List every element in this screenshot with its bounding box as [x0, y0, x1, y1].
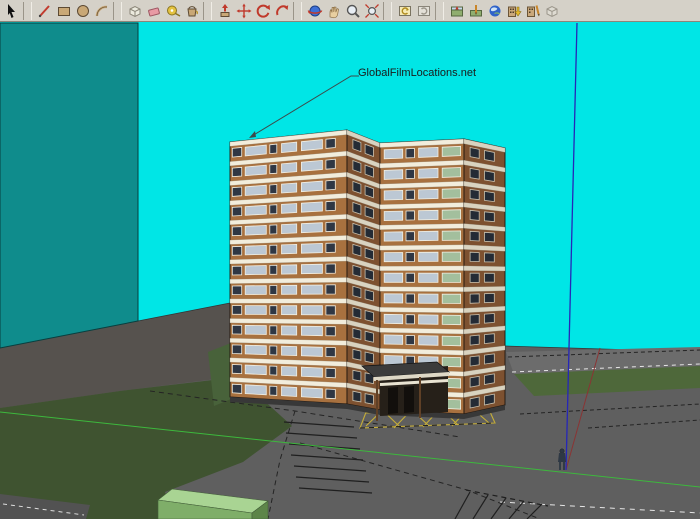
tool-line[interactable] [35, 1, 54, 21]
toggle-terrain-icon [469, 4, 482, 16]
previous-view-icon [398, 5, 411, 16]
make-component-icon [129, 5, 140, 17]
toolbar-separator [23, 1, 32, 20]
tool-share-model[interactable] [523, 1, 542, 21]
eraser-icon [147, 7, 160, 16]
scene-svg [0, 22, 700, 519]
get-current-view-icon [450, 5, 463, 16]
paint-bucket-icon [186, 5, 198, 16]
zoom-icon [346, 4, 360, 18]
toolbar [0, 0, 700, 22]
circle-icon [76, 4, 89, 17]
share-model-icon [526, 4, 540, 17]
tool-offset[interactable] [272, 1, 291, 21]
tool-arc[interactable] [92, 1, 111, 21]
facade-front-left [229, 129, 348, 405]
backdrop-wall [0, 22, 139, 349]
push-pull-icon [220, 3, 229, 17]
tool-make-component[interactable] [125, 1, 144, 21]
pan-icon [329, 6, 339, 18]
orbit-icon [307, 5, 322, 16]
tool-paint-bucket[interactable] [182, 1, 201, 21]
get-models-icon [507, 6, 522, 17]
toolbar-separator [435, 1, 444, 20]
move-icon [236, 3, 251, 18]
tool-circle[interactable] [73, 1, 92, 21]
facade-side-right [463, 138, 506, 415]
tool-google-earth[interactable] [485, 1, 504, 21]
entrance-door [388, 387, 398, 414]
model-box-icon [546, 5, 557, 17]
tool-pan[interactable] [324, 1, 343, 21]
tool-zoom[interactable] [343, 1, 362, 21]
tool-select[interactable] [2, 1, 21, 21]
tool-orbit[interactable] [305, 1, 324, 21]
3d-viewport[interactable]: GlobalFilmLocations.net [0, 0, 700, 519]
toolbar-separator [113, 1, 122, 20]
toolbar-separator [293, 1, 302, 20]
line-icon [38, 4, 50, 17]
tool-push-pull[interactable] [215, 1, 234, 21]
toolbar-separator [203, 1, 212, 20]
tool-tape-measure[interactable] [163, 1, 182, 21]
tool-get-models[interactable] [504, 1, 523, 21]
sketchup-window: GlobalFilmLocations.net [0, 0, 700, 519]
rectangle-icon [57, 6, 70, 16]
entrance-door [404, 386, 414, 413]
tool-model-box[interactable] [542, 1, 561, 21]
tool-rectangle[interactable] [54, 1, 73, 21]
select-icon [7, 3, 15, 18]
tool-zoom-extents[interactable] [362, 1, 381, 21]
tool-next-view[interactable] [414, 1, 433, 21]
tool-previous-view[interactable] [395, 1, 414, 21]
offset-icon [275, 4, 288, 15]
zoom-extents-icon [364, 3, 379, 18]
next-view-icon [417, 5, 430, 16]
tool-rotate[interactable] [253, 1, 272, 21]
tool-move[interactable] [234, 1, 253, 21]
tape-measure-icon [166, 5, 180, 17]
tool-eraser[interactable] [144, 1, 163, 21]
tool-get-current-view[interactable] [447, 1, 466, 21]
model-annotation-label: GlobalFilmLocations.net [358, 67, 477, 79]
tool-toggle-terrain[interactable] [466, 1, 485, 21]
toolbar-separator [383, 1, 392, 20]
google-earth-icon [489, 5, 500, 16]
arc-icon [95, 5, 107, 16]
rotate-icon [256, 4, 270, 18]
